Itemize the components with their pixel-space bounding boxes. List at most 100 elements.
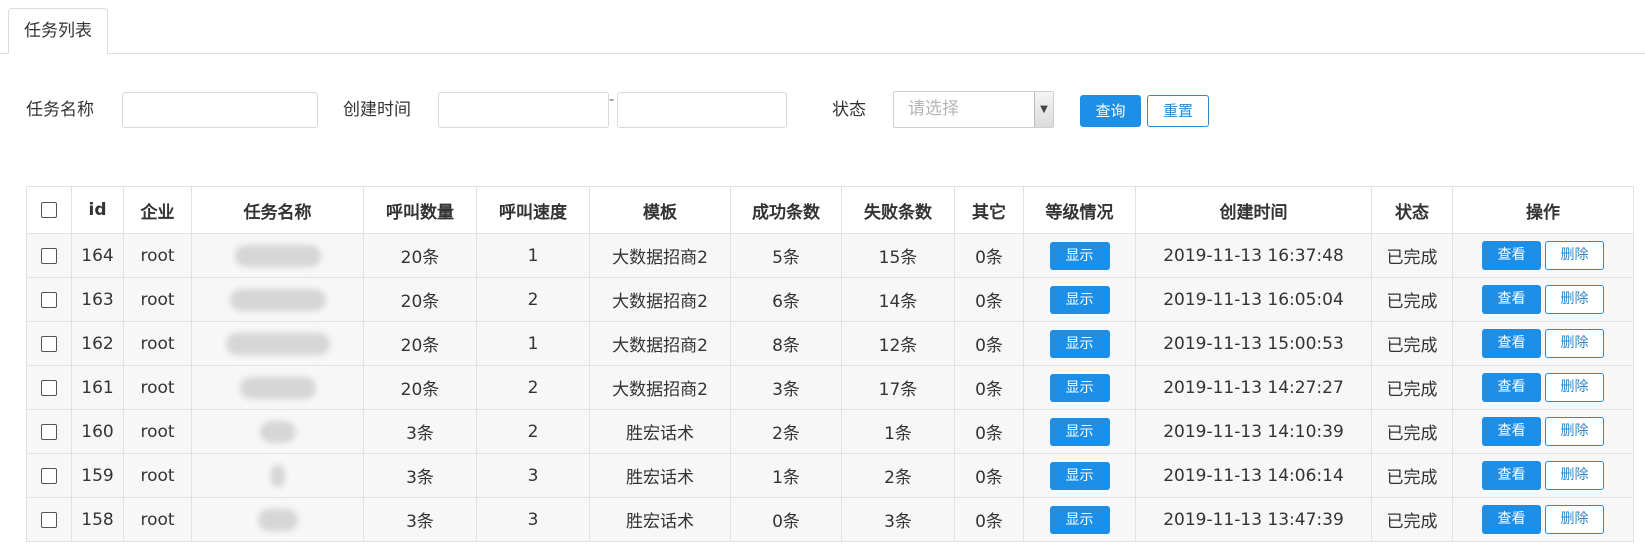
column-header-level: 等级情况 xyxy=(1023,186,1136,234)
cell-success: 2条 xyxy=(730,409,842,454)
cell-task-name xyxy=(191,409,364,454)
chevron-down-icon[interactable]: ▼ xyxy=(1034,92,1053,127)
row-checkbox[interactable] xyxy=(41,467,57,484)
table-row: 162 root 20条 1 大数据招商2 8条 12条 0条 显示 2019-… xyxy=(26,321,1634,366)
created-to-input[interactable] xyxy=(617,92,787,128)
cell-call-count: 20条 xyxy=(363,277,477,322)
view-button[interactable]: 查看 xyxy=(1482,329,1541,358)
select-all-checkbox[interactable] xyxy=(41,202,57,218)
column-header-call-count: 呼叫数量 xyxy=(363,186,477,234)
select-all-cell xyxy=(26,186,72,234)
cell-call-count: 20条 xyxy=(363,233,477,278)
view-button[interactable]: 查看 xyxy=(1482,241,1541,270)
column-header-success: 成功条数 xyxy=(730,186,842,234)
cell-template: 大数据招商2 xyxy=(589,233,731,278)
show-level-button[interactable]: 显示 xyxy=(1049,285,1110,314)
redacted-task-name xyxy=(270,464,285,487)
cell-status: 已完成 xyxy=(1371,409,1453,454)
cell-task-name xyxy=(191,365,364,410)
column-header-other: 其它 xyxy=(954,186,1024,234)
cell-task-name xyxy=(191,497,364,542)
cell-template: 胜宏话术 xyxy=(589,497,731,542)
cell-call-speed: 2 xyxy=(476,277,590,322)
cell-created: 2019-11-13 16:37:48 xyxy=(1135,233,1372,278)
cell-status: 已完成 xyxy=(1371,277,1453,322)
tab-task-list[interactable]: 任务列表 xyxy=(8,8,108,54)
cell-other: 0条 xyxy=(954,365,1024,410)
show-level-button[interactable]: 显示 xyxy=(1049,461,1110,490)
cell-id: 162 xyxy=(71,321,124,366)
view-button[interactable]: 查看 xyxy=(1482,461,1541,490)
table-row: 161 root 20条 2 大数据招商2 3条 17条 0条 显示 2019-… xyxy=(26,365,1634,410)
show-level-button[interactable]: 显示 xyxy=(1049,373,1110,402)
created-from-input[interactable] xyxy=(438,92,609,128)
cell-other: 0条 xyxy=(954,409,1024,454)
cell-company: root xyxy=(123,409,192,454)
row-checkbox[interactable] xyxy=(41,291,57,308)
delete-button[interactable]: 删除 xyxy=(1545,329,1604,358)
delete-button[interactable]: 删除 xyxy=(1545,241,1604,270)
view-button[interactable]: 查看 xyxy=(1482,505,1541,534)
status-select[interactable]: 请选择 ▼ xyxy=(893,91,1054,128)
status-select-placeholder: 请选择 xyxy=(908,99,959,119)
cell-company: root xyxy=(123,365,192,410)
cell-company: root xyxy=(123,497,192,542)
view-button[interactable]: 查看 xyxy=(1482,373,1541,402)
show-level-button[interactable]: 显示 xyxy=(1049,505,1110,534)
show-level-button[interactable]: 显示 xyxy=(1049,329,1110,358)
delete-button[interactable]: 删除 xyxy=(1545,285,1604,314)
cell-created: 2019-11-13 15:00:53 xyxy=(1135,321,1372,366)
cell-template: 胜宏话术 xyxy=(589,453,731,498)
cell-company: root xyxy=(123,453,192,498)
cell-status: 已完成 xyxy=(1371,321,1453,366)
cell-status: 已完成 xyxy=(1371,233,1453,278)
column-header-fail: 失败条数 xyxy=(841,186,955,234)
table-row: 159 root 3条 3 胜宏话术 1条 2条 0条 显示 2019-11-1… xyxy=(26,453,1634,498)
cell-id: 160 xyxy=(71,409,124,454)
delete-button[interactable]: 删除 xyxy=(1545,505,1604,534)
cell-other: 0条 xyxy=(954,233,1024,278)
show-level-button[interactable]: 显示 xyxy=(1049,241,1110,270)
table-row: 163 root 20条 2 大数据招商2 6条 14条 0条 显示 2019-… xyxy=(26,277,1634,322)
search-button[interactable]: 查询 xyxy=(1080,95,1141,127)
column-header-created: 创建时间 xyxy=(1135,186,1372,234)
view-button[interactable]: 查看 xyxy=(1482,417,1541,446)
cell-id: 159 xyxy=(71,453,124,498)
cell-status: 已完成 xyxy=(1371,453,1453,498)
created-time-label: 创建时间 xyxy=(343,100,411,120)
cell-id: 163 xyxy=(71,277,124,322)
cell-fail: 15条 xyxy=(841,233,955,278)
cell-status: 已完成 xyxy=(1371,497,1453,542)
cell-success: 6条 xyxy=(730,277,842,322)
delete-button[interactable]: 删除 xyxy=(1545,461,1604,490)
task-name-input[interactable] xyxy=(122,92,318,128)
cell-call-count: 20条 xyxy=(363,321,477,366)
row-checkbox[interactable] xyxy=(41,335,57,352)
cell-created: 2019-11-13 14:10:39 xyxy=(1135,409,1372,454)
delete-button[interactable]: 删除 xyxy=(1545,417,1604,446)
column-header-template: 模板 xyxy=(589,186,731,234)
column-header-status: 状态 xyxy=(1371,186,1453,234)
cell-id: 161 xyxy=(71,365,124,410)
cell-other: 0条 xyxy=(954,453,1024,498)
task-name-label: 任务名称 xyxy=(26,100,94,120)
cell-id: 158 xyxy=(71,497,124,542)
cell-fail: 17条 xyxy=(841,365,955,410)
redacted-task-name xyxy=(225,332,330,355)
cell-task-name xyxy=(191,321,364,366)
column-header-call-speed: 呼叫速度 xyxy=(476,186,590,234)
show-level-button[interactable]: 显示 xyxy=(1049,417,1110,446)
cell-template: 大数据招商2 xyxy=(589,277,731,322)
view-button[interactable]: 查看 xyxy=(1482,285,1541,314)
column-header-actions: 操作 xyxy=(1452,186,1634,234)
row-checkbox[interactable] xyxy=(41,423,57,440)
delete-button[interactable]: 删除 xyxy=(1545,373,1604,402)
reset-button[interactable]: 重置 xyxy=(1147,95,1209,127)
row-checkbox[interactable] xyxy=(41,379,57,396)
cell-call-count: 20条 xyxy=(363,365,477,410)
row-checkbox[interactable] xyxy=(41,247,57,264)
redacted-task-name xyxy=(259,420,296,443)
row-checkbox[interactable] xyxy=(41,511,57,528)
cell-call-count: 3条 xyxy=(363,409,477,454)
cell-fail: 1条 xyxy=(841,409,955,454)
